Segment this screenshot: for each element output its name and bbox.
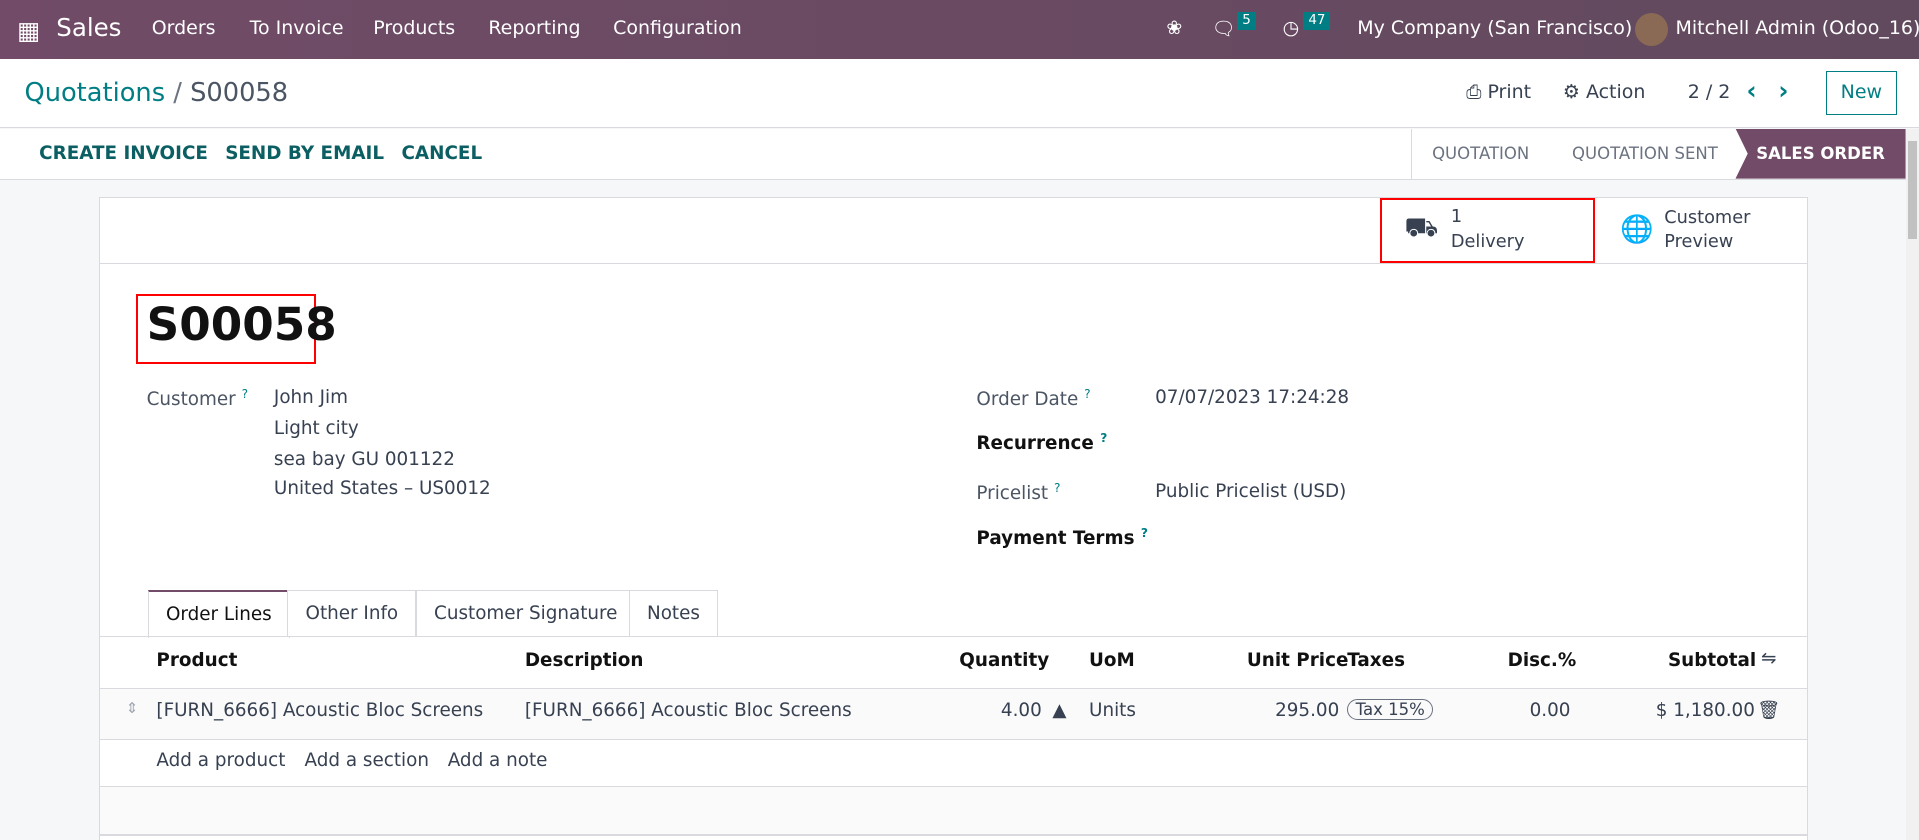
- preview-line1: Customer: [1664, 207, 1751, 228]
- statusbar: CREATE INVOICE SEND BY EMAIL CANCEL QUOT…: [0, 128, 1906, 180]
- globe-icon: 🌐: [1620, 213, 1654, 245]
- menu-configuration[interactable]: Configuration: [613, 17, 742, 39]
- tab-notes[interactable]: Notes: [628, 589, 719, 638]
- print-icon: ⎙: [1466, 80, 1482, 103]
- drag-handle-icon[interactable]: ⇕: [126, 700, 138, 717]
- control-panel: Quotations / S00058 ⎙ Print ⚙ Action 2 /…: [0, 58, 1919, 129]
- header-taxes[interactable]: Taxes: [1347, 650, 1405, 671]
- menu-to-invoice[interactable]: To Invoice: [250, 17, 344, 39]
- help-icon: ?: [1100, 430, 1108, 445]
- messages-badge: 5: [1237, 12, 1256, 30]
- breadcrumb: Quotations / S00058: [24, 78, 288, 108]
- previous-icon[interactable]: ‹: [1747, 76, 1757, 105]
- header-discount[interactable]: Disc.%: [1508, 650, 1577, 671]
- row-product[interactable]: [FURN_6666] Acoustic Bloc Screens: [156, 700, 483, 721]
- tab-customer-signature[interactable]: Customer Signature: [415, 589, 636, 638]
- header-quantity[interactable]: Quantity: [959, 650, 1049, 671]
- row-discount[interactable]: 0.00: [1530, 700, 1571, 721]
- stage-quotation[interactable]: QUOTATION: [1411, 128, 1549, 179]
- help-icon: ?: [241, 386, 249, 401]
- recurrence-label: Recurrence: [976, 432, 1094, 454]
- company-switcher[interactable]: My Company (San Francisco): [1357, 17, 1632, 39]
- row-description[interactable]: [FURN_6666] Acoustic Bloc Screens: [525, 700, 852, 721]
- help-icon: ?: [1084, 386, 1091, 401]
- header-description[interactable]: Description: [525, 650, 644, 671]
- debug-icon[interactable]: ❀: [1166, 17, 1182, 39]
- address-line: sea bay GU 001122: [273, 448, 455, 470]
- header-unit-price[interactable]: Unit Price: [1247, 650, 1349, 671]
- row-uom[interactable]: Units: [1089, 700, 1136, 721]
- create-invoice-button[interactable]: CREATE INVOICE: [39, 143, 208, 164]
- header-subtotal[interactable]: Subtotal: [1668, 650, 1756, 671]
- preview-line2: Preview: [1664, 232, 1734, 253]
- tab-other-info[interactable]: Other Info: [287, 589, 417, 638]
- action-label: Action: [1585, 80, 1646, 103]
- add-note-link[interactable]: Add a note: [448, 750, 548, 771]
- address-line: Light city: [273, 418, 359, 440]
- breadcrumb-current: S00058: [190, 78, 289, 109]
- pricelist-value[interactable]: Public Pricelist (USD): [1155, 481, 1346, 502]
- app-name[interactable]: Sales: [56, 13, 121, 42]
- breadcrumb-separator: /: [173, 78, 182, 109]
- avatar[interactable]: [1635, 13, 1669, 47]
- add-product-link[interactable]: Add a product: [156, 750, 285, 771]
- address-line: United States – US0012: [273, 478, 491, 500]
- header-product[interactable]: Product: [156, 650, 237, 671]
- customer-preview-button[interactable]: 🌐 Customer Preview: [1596, 198, 1807, 263]
- menu-reporting[interactable]: Reporting: [488, 17, 580, 39]
- customer-label: Customer: [146, 388, 236, 410]
- activities-icon[interactable]: ◷: [1283, 17, 1300, 39]
- help-icon: ?: [1053, 480, 1061, 495]
- column-settings-icon[interactable]: ⇋: [1761, 648, 1776, 669]
- send-by-email-button[interactable]: SEND BY EMAIL: [225, 143, 384, 164]
- customer-link[interactable]: John Jim: [274, 387, 348, 408]
- add-section-link[interactable]: Add a section: [305, 750, 429, 771]
- pager-value[interactable]: 2 / 2: [1688, 81, 1731, 103]
- order-name: S00058: [146, 298, 337, 352]
- payment-terms-label: Payment Terms: [976, 528, 1135, 550]
- menu-products[interactable]: Products: [373, 17, 455, 39]
- user-menu[interactable]: Mitchell Admin (Odoo_16): [1676, 17, 1919, 39]
- top-navbar: ▦ Sales Orders To Invoice Products Repor…: [0, 0, 1919, 59]
- trash-icon[interactable]: 🗑: [1757, 700, 1780, 721]
- forecast-chart-icon[interactable]: ▲: [1052, 700, 1066, 721]
- row-subtotal: $ 1,180.00: [1655, 699, 1755, 721]
- stage-quotation-sent[interactable]: QUOTATION SENT: [1554, 129, 1735, 179]
- cancel-button[interactable]: CANCEL: [401, 143, 482, 164]
- print-label: Print: [1487, 80, 1532, 103]
- tax-badge[interactable]: Tax 15%: [1347, 698, 1434, 720]
- scrollbar[interactable]: [1905, 128, 1919, 840]
- new-button[interactable]: New: [1826, 70, 1897, 115]
- activities-badge: 47: [1303, 12, 1331, 30]
- action-button[interactable]: ⚙ Action: [1563, 81, 1645, 103]
- header-uom[interactable]: UoM: [1089, 650, 1135, 671]
- gear-icon: ⚙: [1562, 80, 1580, 103]
- stage-sales-order[interactable]: SALES ORDER: [1735, 128, 1906, 179]
- help-icon: ?: [1140, 526, 1148, 541]
- order-date-label: Order Date: [976, 388, 1079, 410]
- menu-orders[interactable]: Orders: [152, 17, 216, 39]
- form-sheet: ⛟ 1 Delivery 🌐 Customer Preview S00058 C…: [99, 197, 1809, 840]
- delivery-smart-button[interactable]: ⛟ 1 Delivery: [1380, 198, 1595, 264]
- row-quantity[interactable]: 4.00: [1001, 700, 1042, 721]
- row-unit-price[interactable]: 295.00: [1275, 700, 1339, 721]
- truck-icon: ⛟: [1404, 212, 1439, 244]
- messages-icon[interactable]: 🗨: [1212, 17, 1236, 40]
- delivery-label: Delivery: [1450, 231, 1525, 252]
- order-date-value[interactable]: 07/07/2023 17:24:28: [1155, 387, 1349, 408]
- next-icon[interactable]: ›: [1778, 76, 1788, 105]
- empty-row: [100, 786, 1808, 836]
- delivery-count: 1: [1450, 207, 1463, 228]
- print-button[interactable]: ⎙ Print: [1466, 81, 1531, 103]
- apps-menu-icon[interactable]: ▦: [17, 16, 40, 45]
- tab-order-lines[interactable]: Order Lines: [147, 589, 290, 639]
- pricelist-label: Pricelist: [976, 482, 1049, 504]
- breadcrumb-quotations[interactable]: Quotations: [24, 78, 165, 108]
